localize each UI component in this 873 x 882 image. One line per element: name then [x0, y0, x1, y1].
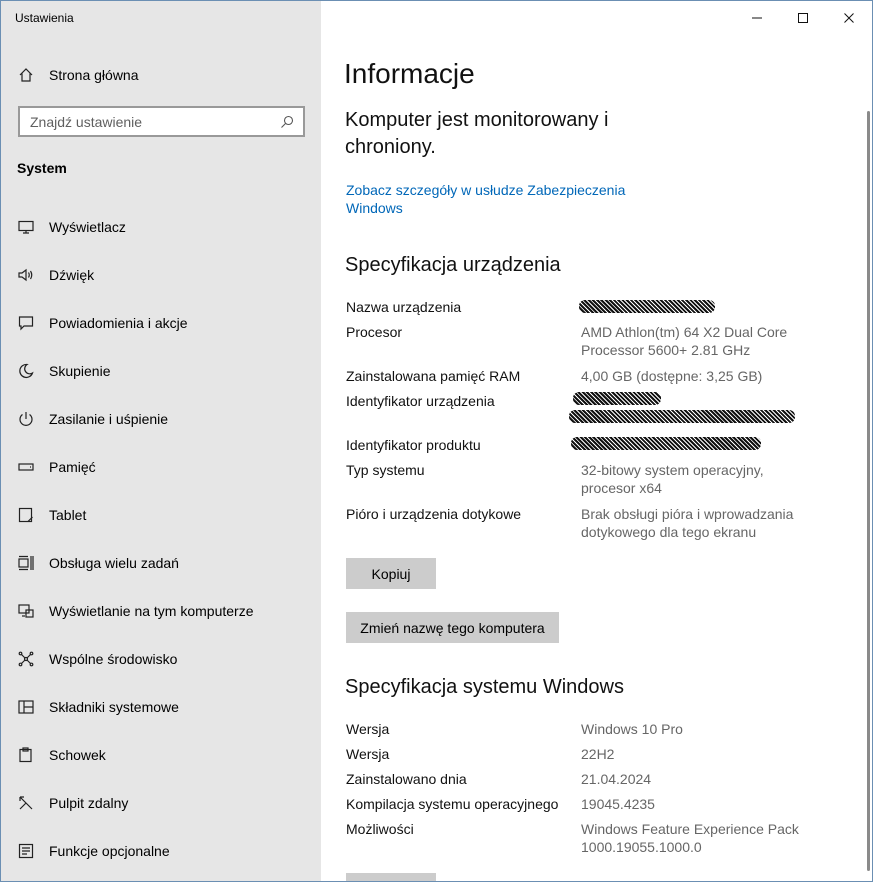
power-icon [17, 410, 35, 428]
system-components-icon [17, 698, 35, 716]
spec-value: Windows 10 Pro [581, 721, 683, 737]
sidebar-item-projecting[interactable]: Wyświetlanie na tym komputerze [1, 587, 321, 635]
spec-value: AMD Athlon(tm) 64 X2 Dual Core Processor… [581, 324, 788, 358]
sidebar-item-label: Pamięć [49, 459, 96, 475]
moon-icon [17, 362, 35, 380]
sidebar-item-storage[interactable]: Pamięć [1, 443, 321, 491]
sidebar-item-label: Wyświetlacz [49, 219, 126, 235]
storage-icon [17, 458, 35, 476]
spec-key: Procesor [346, 324, 403, 340]
sidebar-item-notifications[interactable]: Powiadomienia i akcje [1, 299, 321, 347]
windows-specs-heading: Specyfikacja systemu Windows [345, 676, 624, 698]
security-details-link[interactable]: Zobacz szczegóły w usłudze Zabezpieczeni… [346, 181, 646, 217]
app-title: Ustawienia [15, 11, 74, 25]
sidebar-item-label: Dźwięk [49, 267, 95, 283]
sidebar-item-shared-experiences[interactable]: Wspólne środowisko [1, 635, 321, 683]
optional-features-icon [17, 842, 35, 860]
sidebar-item-optional-features[interactable]: Funkcje opcjonalne [1, 827, 321, 875]
home-icon [17, 66, 35, 84]
minimize-icon [752, 17, 762, 19]
settings-window: Ustawienia Strona główna System Wyświetl… [0, 0, 873, 882]
search-icon[interactable] [279, 114, 295, 130]
sidebar-item-label: Wspólne środowisko [49, 651, 178, 667]
scrollbar[interactable] [867, 111, 870, 871]
close-icon [844, 13, 854, 23]
multitasking-icon [17, 554, 35, 572]
home-label: Strona główna [49, 67, 139, 83]
copy-button-partial[interactable] [346, 873, 436, 881]
sidebar-item-label: Schowek [49, 747, 106, 763]
sidebar-item-power[interactable]: Zasilanie i uśpienie [1, 395, 321, 443]
minimize-button[interactable] [734, 1, 780, 35]
projecting-icon [17, 602, 35, 620]
sidebar-nav: Wyświetlacz Dźwięk Powiadomienia i akcje… [1, 203, 321, 875]
spec-key: Zainstalowano dnia [346, 771, 467, 787]
remote-desktop-icon [17, 794, 35, 812]
sidebar-item-label: Zasilanie i uśpienie [49, 411, 169, 427]
copy-button[interactable]: Kopiuj [346, 558, 436, 589]
spec-key: Kompilacja systemu operacyjnego [346, 796, 559, 812]
redacted-value [569, 410, 795, 423]
device-specs-heading: Specyfikacja urządzenia [345, 254, 561, 276]
sidebar-item-tablet[interactable]: Tablet [1, 491, 321, 539]
sidebar-item-clipboard[interactable]: Schowek [1, 731, 321, 779]
sidebar-item-label: Pulpit zdalny [49, 795, 129, 811]
sidebar-item-label: Skupienie [49, 363, 111, 379]
display-icon [17, 218, 35, 236]
spec-key: Zainstalowana pamięć RAM [346, 368, 521, 384]
spec-value: Windows Feature Experience Pack 1000.190… [581, 821, 799, 855]
spec-value: 32-bitowy system operacyjny, procesor x6… [581, 462, 764, 496]
sidebar-item-label: Składniki systemowe [49, 699, 179, 715]
home-link[interactable]: Strona główna [17, 63, 307, 87]
tablet-icon [17, 506, 35, 524]
spec-value: 22H2 [581, 746, 615, 762]
spec-key: Identyfikator produktu [346, 437, 481, 453]
shared-experiences-icon [17, 650, 35, 668]
spec-value: 21.04.2024 [581, 771, 652, 787]
sidebar-item-label: Tablet [49, 507, 87, 523]
clipboard-icon [17, 746, 35, 764]
close-button[interactable] [826, 1, 872, 35]
sidebar-item-label: Wyświetlanie na tym komputerze [49, 603, 254, 619]
sidebar-item-sound[interactable]: Dźwięk [1, 251, 321, 299]
sidebar-item-system-components[interactable]: Składniki systemowe [1, 683, 321, 731]
redacted-value [579, 300, 715, 313]
section-label: System [17, 160, 67, 176]
notifications-icon [17, 314, 35, 332]
spec-key: Pióro i urządzenia dotykowe [346, 506, 522, 522]
spec-key: Identyfikator urządzenia [346, 393, 495, 409]
sidebar: Ustawienia Strona główna System Wyświetl… [1, 1, 321, 881]
spec-key: Wersja [346, 746, 390, 762]
sound-icon [17, 266, 35, 284]
search-input[interactable] [30, 113, 279, 130]
maximize-icon [798, 13, 808, 23]
sidebar-item-label: Obsługa wielu zadań [49, 555, 179, 571]
sidebar-item-remote-desktop[interactable]: Pulpit zdalny [1, 779, 321, 827]
maximize-button[interactable] [780, 1, 826, 35]
protection-status: Komputer jest monitorowany i chroniony. [345, 109, 609, 158]
spec-key: Możliwości [346, 821, 414, 837]
sidebar-item-focus[interactable]: Skupienie [1, 347, 321, 395]
sidebar-item-multitasking[interactable]: Obsługa wielu zadań [1, 539, 321, 587]
redacted-value [571, 437, 761, 450]
page-title: Informacje [344, 58, 475, 89]
search-box[interactable] [18, 106, 305, 137]
sidebar-item-label: Powiadomienia i akcje [49, 315, 188, 331]
sidebar-item-label: Funkcje opcjonalne [49, 843, 170, 859]
sidebar-item-display[interactable]: Wyświetlacz [1, 203, 321, 251]
spec-value: Brak obsługi pióra i wprowadzania dotyko… [581, 506, 794, 540]
spec-key: Nazwa urządzenia [346, 299, 462, 315]
spec-value: 19045.4235 [581, 796, 655, 812]
window-controls [734, 1, 872, 35]
redacted-value [573, 392, 661, 405]
spec-key: Wersja [346, 721, 390, 737]
spec-value: 4,00 GB (dostępne: 3,25 GB) [581, 368, 763, 384]
rename-pc-button[interactable]: Zmień nazwę tego komputera [346, 612, 559, 643]
spec-key: Typ systemu [346, 462, 425, 478]
